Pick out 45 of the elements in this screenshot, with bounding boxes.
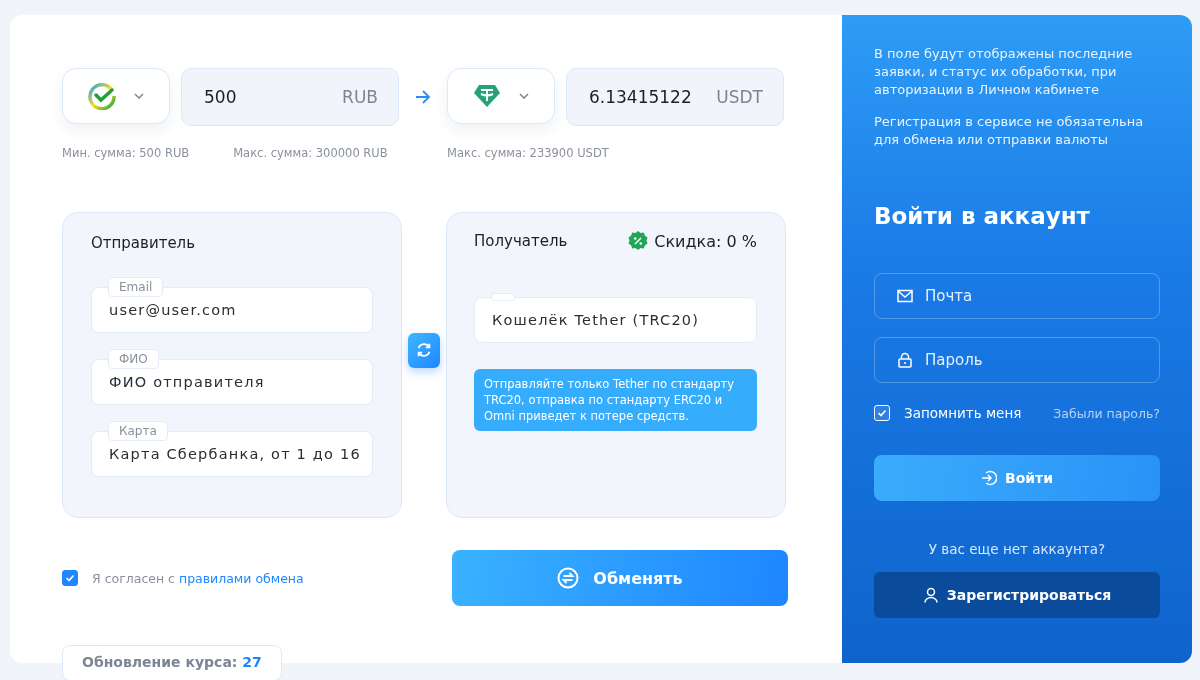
currency-selector[interactable] (447, 68, 555, 124)
limit-hint: Макс. сумма: 300000 RUB (233, 146, 388, 160)
rate-update-label: Обновление курса: (82, 654, 239, 670)
exchange-icon (557, 567, 580, 589)
agreement-text: Я согласен с правилами обмена (92, 570, 304, 586)
currency-code: USDT (716, 87, 763, 107)
field-label: Карта (108, 421, 168, 441)
no-account-text: У вас еще нет аккаунта? (927, 541, 1107, 557)
remember-label: Запомнить меня (904, 405, 1022, 421)
amount-field[interactable]: 500 RUB (181, 68, 399, 126)
limit-hint: Макс. сумма: 233900 USDT (447, 146, 609, 160)
discount-label: Скидка: 0 % (654, 231, 757, 251)
checkmark-icon (876, 407, 888, 419)
card-title: Отправитель (91, 234, 196, 252)
field-label: Email (108, 277, 164, 297)
rate-update-value: 27 (242, 654, 262, 670)
wallet-field[interactable]: Кошелёк Tether (TRC20) (474, 297, 757, 343)
percent-badge-icon (628, 231, 649, 251)
chevron-down-icon (519, 93, 529, 99)
swap-button[interactable] (408, 332, 440, 368)
amount-value: 6.13415122 (589, 87, 692, 107)
check-circle-logo-icon (88, 82, 116, 110)
card-title: Получатель (474, 232, 568, 250)
amount-field[interactable]: 6.13415122 USDT (566, 68, 784, 126)
refresh-icon (415, 341, 433, 359)
currency-code: RUB (342, 87, 378, 107)
checkmark-icon (64, 572, 76, 584)
user-icon (922, 587, 939, 603)
remember-checkbox[interactable] (874, 405, 890, 421)
field-label: ФИО (108, 349, 159, 369)
envelope-icon (897, 288, 913, 304)
warning-notice: Отправляйте только Tether по стандарту TRC20, отправка по стандарту ERC20 и Omni приведет к потере средств. (474, 369, 757, 431)
info-text: Регистрация в сервисе не обязательна для обмена или отправки валюты (874, 113, 1145, 149)
amount-value: 500 (204, 87, 237, 107)
rules-link[interactable]: правилами обмена (178, 570, 304, 586)
arrow-right-icon (415, 90, 431, 104)
currency-selector[interactable] (62, 68, 170, 124)
lock-icon (897, 352, 913, 368)
chevron-down-icon (134, 93, 144, 99)
limit-hint: Мин. сумма: 500 RUB (62, 146, 190, 160)
info-text: В поле будут отображены последние заявки, и статус их обработки, при авторизации в Личном кабинете (874, 45, 1134, 99)
agree-checkbox[interactable] (62, 570, 78, 586)
login-icon (981, 470, 997, 486)
register-button[interactable]: Зарегистрироваться (874, 572, 1160, 618)
login-title: Войти в аккаунт (874, 203, 1091, 229)
